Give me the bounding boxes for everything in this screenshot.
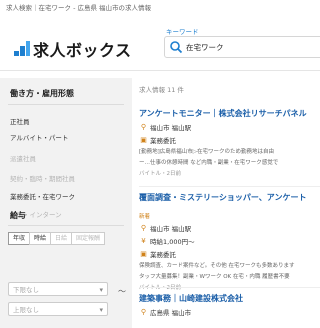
job-type: ▣ 業務委託 <box>139 135 320 146</box>
sidebar-divider <box>8 225 124 226</box>
new-badge: 新着 <box>139 214 151 220</box>
location-pin-icon: ⚲ <box>140 223 147 232</box>
logo-mark-icon <box>14 41 30 57</box>
filter-dispatch: 派遣社員 <box>10 155 36 163</box>
job-title-link[interactable]: アンケートモニター｜株式会社リサーチパネル <box>139 108 320 119</box>
job-description-line: タッフ大量募集！副業・Wワーク OK 在宅・内職 履歴書不要 <box>139 274 290 280</box>
job-card: 建築事務｜山崎建設株式会社 ⚲ 広島県 福山市 <box>139 293 320 317</box>
job-separator <box>139 287 320 288</box>
job-title-link[interactable]: 覆面調査・ミステリーショッパー、アンケート <box>139 192 320 203</box>
pay-tab-hourly[interactable]: 時給 <box>29 232 52 245</box>
job-title-link[interactable]: 建築事務｜山崎建設株式会社 <box>139 293 320 304</box>
pay-min-select[interactable]: 下限なし ▾ <box>8 282 108 296</box>
filter-full-time[interactable]: 正社員 <box>10 116 30 126</box>
job-location: ⚲ 福山市 福山駅 <box>139 122 320 133</box>
job-description-line: ー…仕事の休憩時間 など内職・副業・在宅ワーク感覚で <box>139 160 279 166</box>
site-logo[interactable]: 求人ボックス <box>14 37 132 61</box>
search-icon <box>170 41 183 54</box>
result-count: 求人情報 11 件 <box>139 86 184 94</box>
job-card: アンケートモニター｜株式会社リサーチパネル ⚲ 福山市 福山駅 ▣ 業務委託 [勤務… <box>139 108 320 177</box>
briefcase-icon: ▣ <box>140 249 147 258</box>
pay-heading: 給与 <box>10 211 26 220</box>
job-card: 覆面調査・ミステリーショッパー、アンケート 新着 ⚲ 福山市 福山駅 ¥ 時給1,0… <box>139 192 320 291</box>
filter-freelance-remote[interactable]: 業務委託・在宅ワーク <box>10 191 75 201</box>
page-title: 求人検索｜在宅ワーク - 広島県 福山市の求人情報 <box>6 4 152 12</box>
job-description-line: [勤務地]広島県福山市▷在宅ワークのため勤務地は自由 <box>139 149 275 155</box>
pay-min-value: 下限なし <box>13 286 39 294</box>
job-pay: ¥ 時給1,000円〜 <box>139 236 320 247</box>
job-type: ▣ 業務委託 <box>139 249 320 260</box>
pay-max-value: 上限なし <box>13 306 39 314</box>
pay-tab-daily: 日給 <box>50 232 73 245</box>
filter-part-time[interactable]: アルバイト・パート <box>10 132 68 142</box>
pay-tab-fixed: 固定報酬 <box>71 232 106 245</box>
work-style-heading: 働き方・雇用形態 <box>10 89 74 98</box>
job-location: ⚲ 福山市 福山駅 <box>139 223 320 234</box>
job-location-text: 福山市 福山駅 <box>150 124 192 132</box>
filter-contract: 契約・臨時・期間社員 <box>10 175 75 183</box>
keyword-input[interactable] <box>186 42 316 52</box>
job-description-line: 保険調査、カード案件など。その他 在宅ワークも多数あります <box>139 263 295 269</box>
pay-type-tabs: 年収 時給 日給 固定報酬 <box>8 232 106 245</box>
job-pay-text: 時給1,000円〜 <box>150 238 195 246</box>
job-location: ⚲ 広島県 福山市 <box>139 307 320 318</box>
range-separator: 〜 <box>118 287 126 296</box>
pay-tab-annual[interactable]: 年収 <box>8 232 31 245</box>
location-pin-icon: ⚲ <box>140 122 147 131</box>
job-separator <box>139 186 320 187</box>
pay-max-select[interactable]: 上限なし ▾ <box>8 302 108 316</box>
keyword-search-box[interactable] <box>164 36 320 58</box>
job-location-text: 広島県 福山市 <box>150 309 192 317</box>
keyword-label: キーワード <box>166 28 199 36</box>
chevron-down-icon: ▾ <box>99 306 103 314</box>
header-divider <box>0 70 320 71</box>
yen-icon: ¥ <box>141 236 146 245</box>
job-location-text: 福山市 福山駅 <box>150 225 192 233</box>
job-type-text: 業務委託 <box>150 137 176 145</box>
job-source-date: バイトル・2日前 <box>139 171 181 177</box>
job-type-text: 業務委託 <box>150 251 176 259</box>
chevron-down-icon: ▾ <box>99 286 103 294</box>
logo-text: 求人ボックス <box>33 41 132 60</box>
location-pin-icon: ⚲ <box>140 307 147 316</box>
sidebar-divider <box>8 104 124 105</box>
briefcase-icon: ▣ <box>140 135 147 144</box>
